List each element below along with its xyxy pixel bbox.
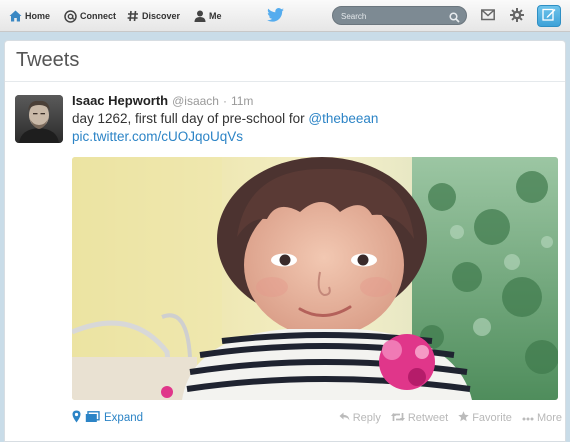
more-dots-icon (522, 412, 534, 424)
page-title: Tweets (16, 49, 80, 71)
timeline-header: Tweets (5, 41, 565, 82)
tweet-actions: Reply Retweet Favorite More (339, 411, 562, 425)
search-icon[interactable] (449, 10, 460, 28)
nav-me[interactable]: Me (194, 8, 222, 24)
home-icon (9, 10, 22, 22)
tweet-text: day 1262, first full day of pre-school f… (72, 111, 378, 126)
compose-icon (542, 7, 556, 26)
retweet-button[interactable]: Retweet (390, 412, 449, 425)
at-icon (64, 9, 77, 23)
nav-discover-label: Discover (142, 11, 181, 21)
twitter-bird-icon[interactable] (267, 8, 284, 27)
media-icon (85, 410, 100, 426)
tweet-mention-link[interactable]: @thebeean (308, 111, 378, 126)
tweet-author-handle[interactable]: @isaach (172, 94, 219, 108)
favorite-button[interactable]: Favorite (458, 411, 512, 425)
tweet-pic-link[interactable]: pic.twitter.com/cUOJqoUqVs (72, 129, 243, 144)
timeline-panel: Tweets Isaac Hepworth @isaach · 11m day … (4, 40, 566, 442)
location-pin-icon[interactable] (72, 410, 81, 426)
tweet-timestamp[interactable]: 11m (231, 94, 253, 108)
compose-tweet-button[interactable] (537, 5, 561, 27)
person-icon (194, 10, 206, 22)
more-button[interactable]: More (522, 412, 562, 424)
tweet-header: Isaac Hepworth @isaach · 11m (72, 93, 253, 108)
tweet-photo[interactable] (72, 157, 558, 400)
hash-icon (127, 10, 139, 22)
nav-home[interactable]: Home (9, 8, 50, 24)
gear-icon[interactable] (510, 8, 524, 27)
star-icon (458, 411, 469, 425)
tweet-text-body: day 1262, first full day of pre-school f… (72, 111, 309, 126)
nav-connect-label: Connect (80, 11, 116, 21)
search-box[interactable] (332, 6, 467, 25)
envelope-icon[interactable] (481, 8, 495, 26)
search-input[interactable] (341, 9, 451, 23)
reply-icon (339, 412, 350, 424)
tweet-meta-separator: · (222, 94, 227, 108)
avatar[interactable] (15, 95, 63, 143)
favorite-label: Favorite (472, 412, 512, 424)
tweet-author-name[interactable]: Isaac Hepworth (72, 93, 168, 108)
retweet-icon (390, 412, 405, 425)
expand-button[interactable]: Expand (72, 410, 143, 426)
more-label: More (536, 412, 562, 424)
nav-me-label: Me (209, 11, 222, 21)
nav-discover[interactable]: Discover (127, 8, 180, 24)
top-navigation-bar: Home Connect Discover Me (0, 0, 570, 32)
expand-label: Expand (104, 412, 144, 424)
tweet-footer: Expand Reply Retweet Favorite More (72, 409, 562, 427)
nav-connect[interactable]: Connect (64, 8, 116, 24)
reply-label: Reply (352, 412, 381, 424)
reply-button[interactable]: Reply (339, 412, 381, 424)
nav-home-label: Home (25, 11, 51, 21)
retweet-label: Retweet (407, 412, 449, 424)
